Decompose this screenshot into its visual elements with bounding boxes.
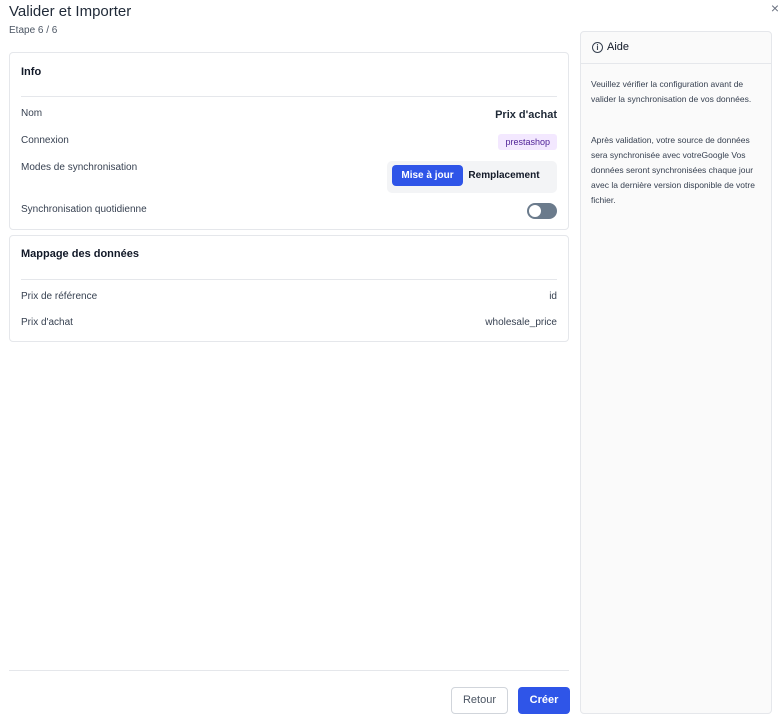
toggle-knob xyxy=(529,205,541,217)
connection-badge: prestashop xyxy=(498,134,557,150)
help-panel: i Aide Veuillez vérifier la configuratio… xyxy=(580,31,772,714)
info-card-title: Info xyxy=(21,66,42,78)
page-title: Valider et Importer xyxy=(9,3,132,20)
info-icon: i xyxy=(592,42,603,53)
sync-mode-update-button[interactable]: Mise à jour xyxy=(392,165,463,186)
help-title: Aide xyxy=(607,41,630,53)
footer-divider xyxy=(9,670,569,671)
name-label: Nom xyxy=(21,108,43,119)
info-card: Info Nom Prix d'achat Connexion prestash… xyxy=(9,52,569,230)
mapping-row-value: id xyxy=(549,291,557,302)
divider xyxy=(21,279,557,280)
help-header: i Aide xyxy=(581,32,771,64)
daily-sync-toggle[interactable] xyxy=(527,203,557,219)
mapping-card: Mappage des données Prix de référence id… xyxy=(9,235,569,342)
sync-modes-label: Modes de synchronisation xyxy=(21,162,138,173)
divider xyxy=(21,96,557,97)
close-icon[interactable]: × xyxy=(768,1,782,15)
connection-label: Connexion xyxy=(21,135,69,146)
help-paragraph: Veuillez vérifier la configuration avant… xyxy=(591,79,752,104)
back-button[interactable]: Retour xyxy=(451,687,508,714)
sync-mode-replace-button[interactable]: Remplacement xyxy=(465,165,543,186)
sync-modes-segmented-control: Mise à jour Remplacement xyxy=(387,161,557,193)
mapping-row-value: wholesale_price xyxy=(485,317,557,328)
name-value: Prix d'achat xyxy=(495,109,557,121)
daily-sync-label: Synchronisation quotidienne xyxy=(21,204,147,215)
step-indicator: Etape 6 / 6 xyxy=(9,25,58,36)
mapping-card-title: Mappage des données xyxy=(21,248,139,260)
help-paragraph: Après validation, votre source de donnée… xyxy=(591,135,755,205)
create-button[interactable]: Créer xyxy=(518,687,570,714)
mapping-row-label: Prix d'achat xyxy=(21,317,73,328)
mapping-row-label: Prix de référence xyxy=(21,291,98,302)
